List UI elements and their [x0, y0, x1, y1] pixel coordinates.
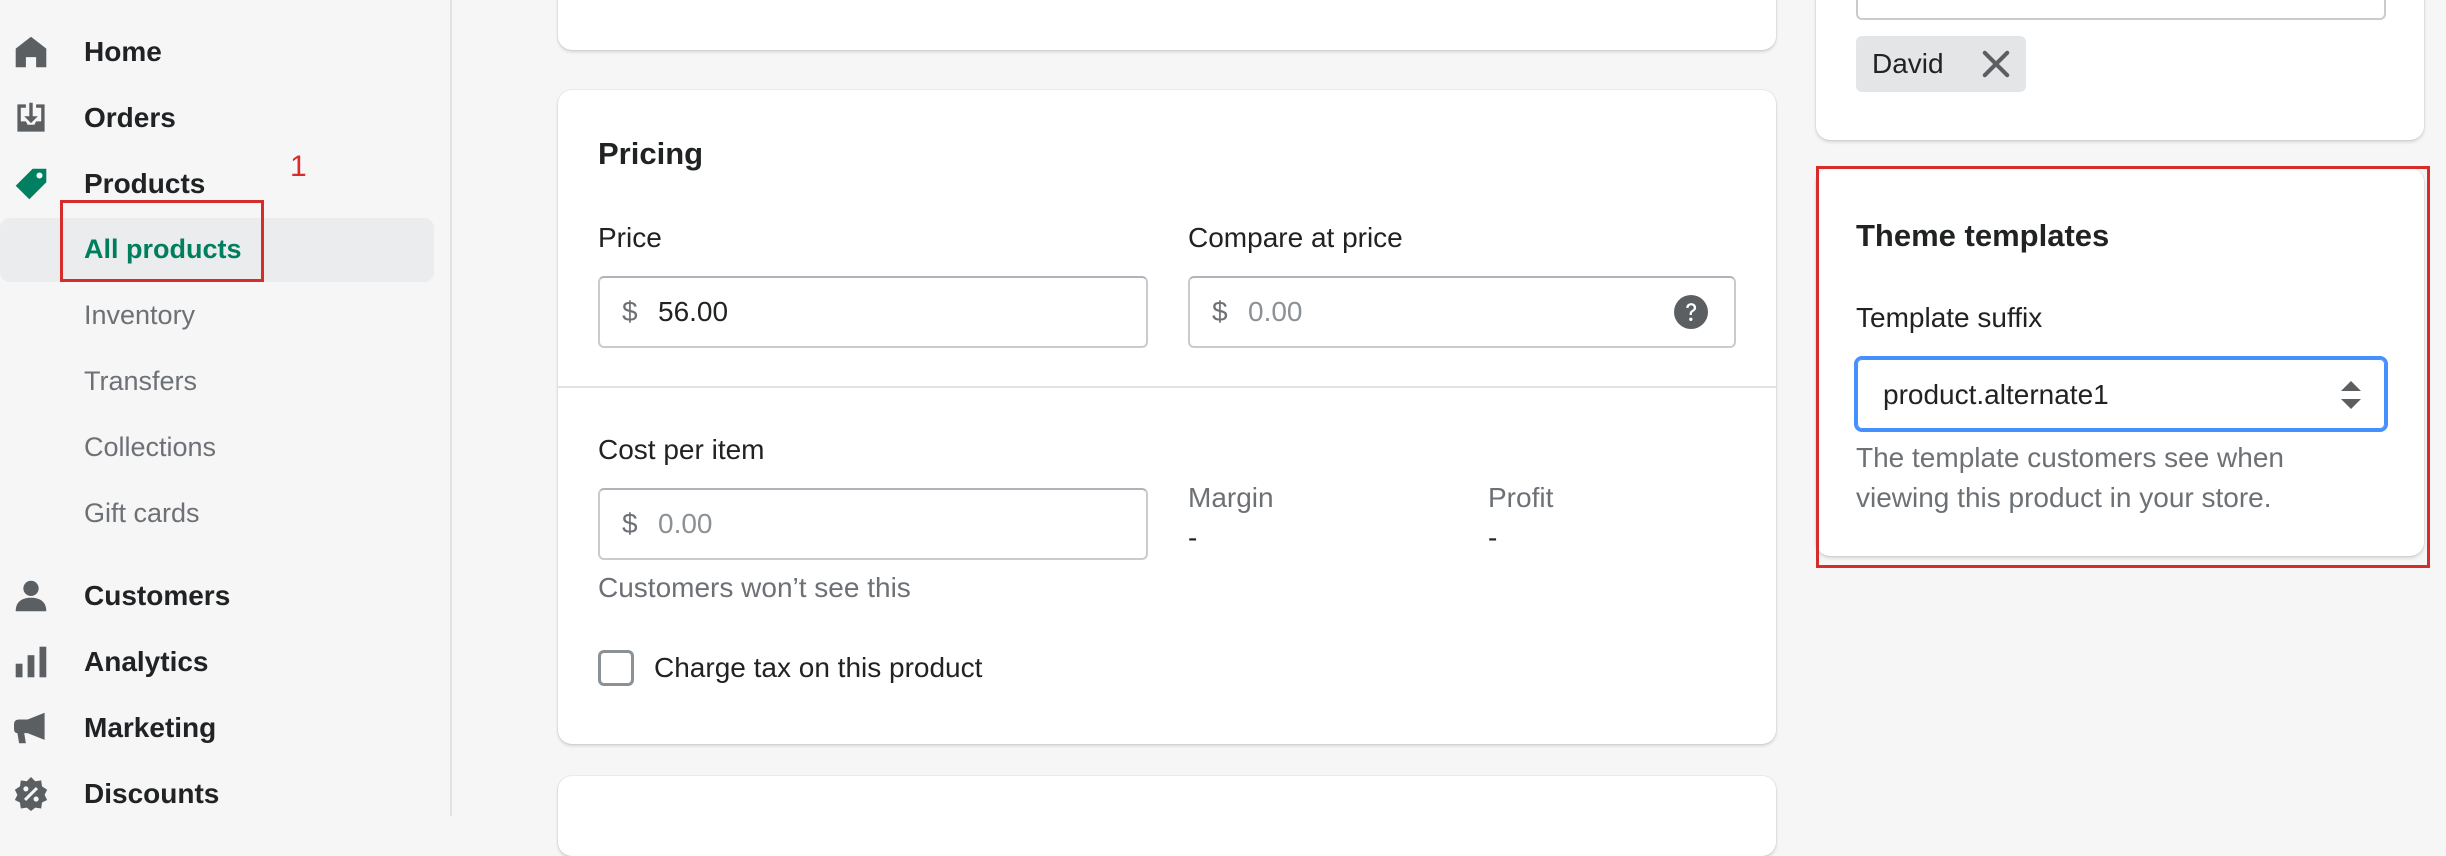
tags-card: David: [1816, 0, 2424, 140]
sidebar-subitem-transfers[interactable]: Transfers: [0, 352, 434, 412]
tag-chip: David: [1856, 36, 2026, 92]
charge-tax-label[interactable]: Charge tax on this product: [654, 652, 982, 684]
cost-per-item-placeholder: 0.00: [658, 508, 713, 539]
sidebar-item-analytics[interactable]: Analytics: [0, 632, 440, 692]
sidebar-item-home[interactable]: Home: [0, 22, 440, 82]
discount-icon: [14, 777, 48, 811]
profit-label: Profit: [1488, 482, 1554, 513]
cost-help-text: Customers won’t see this: [598, 572, 911, 603]
close-icon[interactable]: [1980, 48, 2012, 80]
section-divider: [558, 386, 1776, 388]
profit-value: -: [1488, 522, 1498, 553]
sidebar-item-label: Products: [84, 168, 206, 199]
annotation-highlight-box: [1816, 166, 2430, 568]
price-label: Price: [598, 222, 662, 253]
pricing-title: Pricing: [598, 136, 704, 171]
sidebar-subitem-gift-cards[interactable]: Gift cards: [0, 484, 434, 544]
currency-prefix: $: [1212, 296, 1228, 327]
sidebar-item-discounts[interactable]: Discounts: [0, 764, 440, 824]
margin-label: Margin: [1188, 482, 1274, 513]
cost-per-item-input[interactable]: $ 0.00: [598, 488, 1148, 560]
compare-at-price-label: Compare at price: [1188, 222, 1403, 253]
megaphone-icon: [14, 711, 48, 745]
pricing-card: Pricing Price $ 56.00 Compare at price $…: [558, 90, 1776, 744]
annotation-highlight-box: [60, 200, 264, 282]
tags-input[interactable]: [1856, 0, 2386, 20]
previous-card: [558, 0, 1776, 50]
person-icon: [14, 579, 48, 613]
compare-at-price-placeholder: 0.00: [1248, 296, 1303, 327]
sidebar-subitem-label: Collections: [84, 432, 217, 462]
sidebar-item-label: Analytics: [84, 646, 209, 677]
sidebar-item-label: Home: [84, 36, 162, 67]
sidebar: Home Orders Products 1 All products Inve…: [0, 0, 452, 816]
orders-icon: [14, 101, 48, 135]
margin-value: -: [1188, 522, 1198, 553]
tag-icon: [14, 167, 48, 201]
price-input[interactable]: $ 56.00: [598, 276, 1148, 348]
sidebar-subitem-label: Inventory: [84, 300, 196, 330]
sidebar-item-label: Orders: [84, 102, 176, 133]
currency-prefix: $: [622, 508, 638, 539]
sidebar-item-label: Customers: [84, 580, 231, 611]
sidebar-subitem-collections[interactable]: Collections: [0, 418, 434, 478]
sidebar-subitem-label: Transfers: [84, 366, 198, 396]
cost-per-item-label: Cost per item: [598, 434, 765, 465]
home-icon: [14, 35, 48, 69]
charge-tax-checkbox[interactable]: [598, 650, 634, 686]
compare-at-price-input[interactable]: $ 0.00: [1188, 276, 1736, 348]
sidebar-item-label: Discounts: [84, 778, 220, 809]
sidebar-item-customers[interactable]: Customers: [0, 566, 440, 626]
sidebar-subitem-inventory[interactable]: Inventory: [0, 286, 434, 346]
bar-chart-icon: [14, 645, 48, 679]
sidebar-item-label: Marketing: [84, 712, 217, 743]
currency-prefix: $: [622, 296, 638, 327]
tag-label: David: [1872, 48, 1944, 79]
annotation-number: 1: [290, 150, 307, 183]
price-value: 56.00: [658, 296, 729, 327]
next-card: [558, 776, 1776, 856]
question-circle-icon[interactable]: [1674, 295, 1708, 329]
sidebar-item-marketing[interactable]: Marketing: [0, 698, 440, 758]
sidebar-item-orders[interactable]: Orders: [0, 88, 440, 148]
sidebar-subitem-label: Gift cards: [84, 498, 200, 528]
